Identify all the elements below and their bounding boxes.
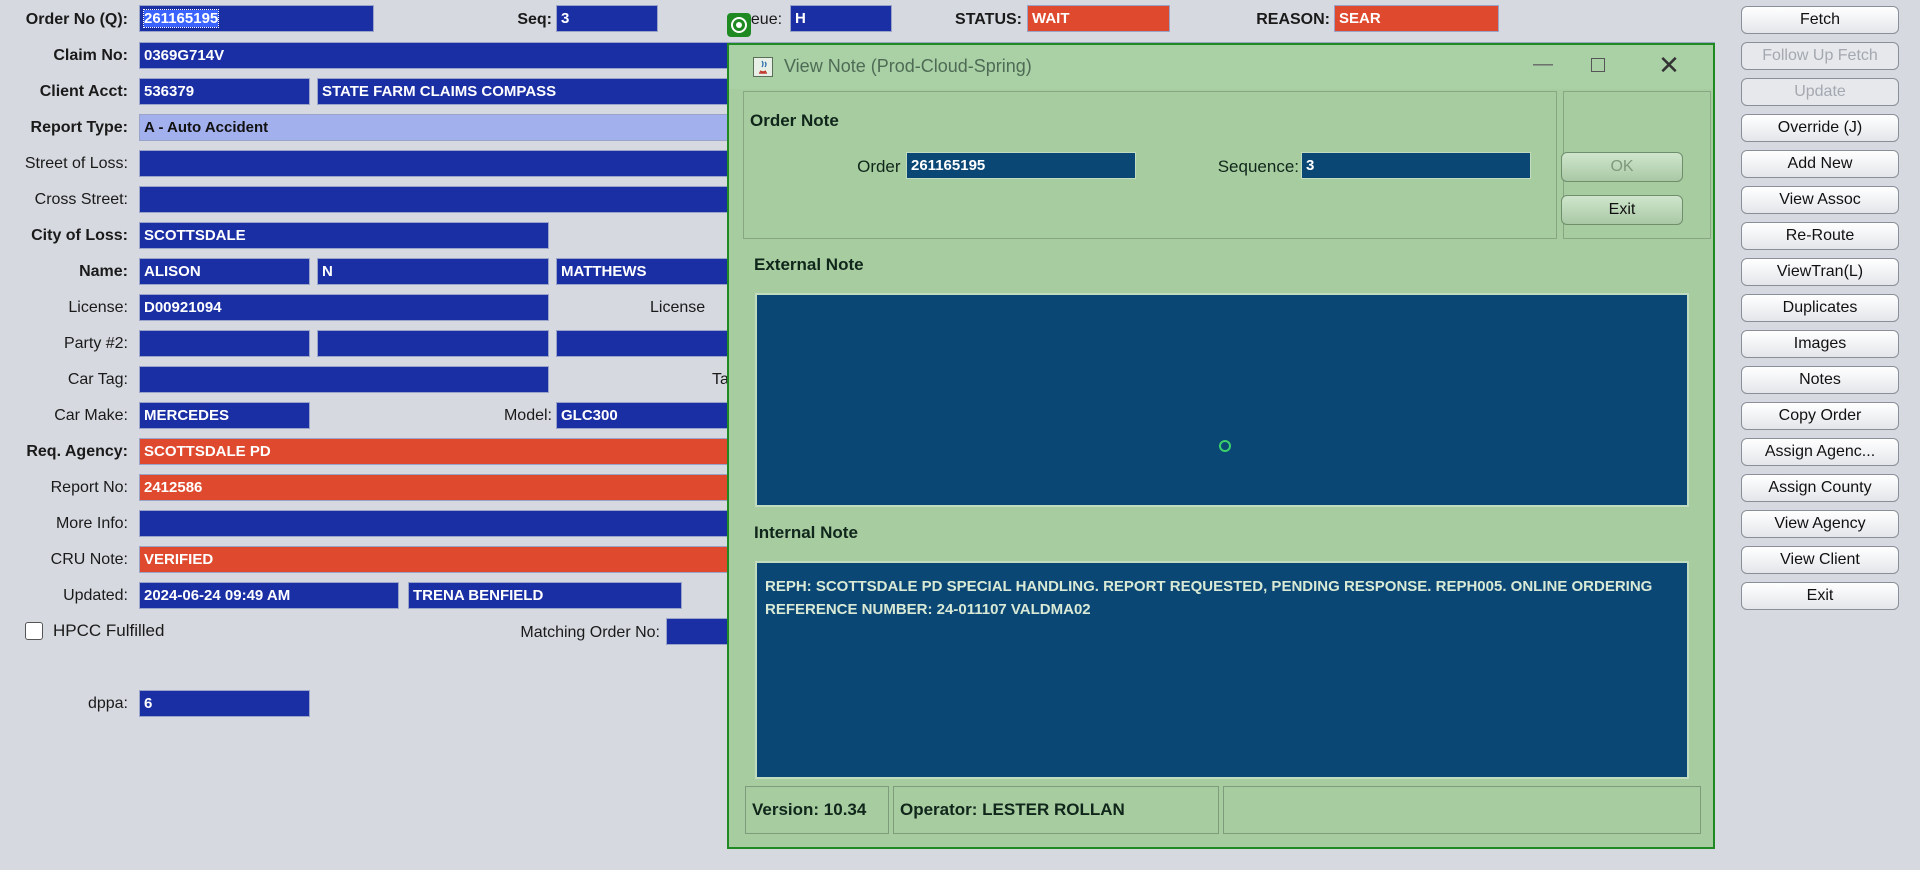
focus-target-icon	[727, 13, 751, 37]
internal-note-heading: Internal Note	[754, 523, 858, 542]
order-no-label: Order No (Q):	[25, 11, 128, 28]
follow-up-fetch-button[interactable]: Follow Up Fetch	[1741, 42, 1899, 70]
claim-no-label: Claim No:	[53, 47, 128, 64]
queue-field[interactable]: H	[790, 5, 892, 32]
external-note-heading: External Note	[754, 255, 864, 274]
license2-label: License	[650, 299, 706, 316]
version-status: Version: 10.34	[745, 786, 889, 834]
sequence-field[interactable]: 3	[1301, 152, 1531, 179]
more-info-label: More Info:	[55, 515, 128, 532]
order-id-field[interactable]: 261165195	[906, 152, 1136, 179]
cru-note-label: CRU Note:	[50, 551, 128, 568]
middle-name-field[interactable]: N	[317, 258, 549, 285]
override-button[interactable]: Override (J)	[1741, 114, 1899, 142]
updated-date-field[interactable]: 2024-06-24 09:49 AM	[139, 582, 399, 609]
client-acct-field[interactable]: 536379	[139, 78, 310, 105]
first-name-field[interactable]: ALISON	[139, 258, 310, 285]
reason-label: REASON:	[1256, 11, 1330, 28]
car-tag-field[interactable]	[139, 366, 549, 393]
dialog-title-bar[interactable]: View Note (Prod-Cloud-Spring) — ✕	[729, 45, 1713, 89]
client-acct-label: Client Acct:	[39, 83, 128, 100]
images-button[interactable]: Images	[1741, 330, 1899, 358]
viewtran-button[interactable]: ViewTran(L)	[1741, 258, 1899, 286]
reason-field[interactable]: SEAR	[1334, 5, 1499, 32]
ok-button[interactable]: OK	[1561, 152, 1683, 182]
report-no-label: Report No:	[50, 479, 128, 496]
matching-order-label: Matching Order No:	[520, 624, 660, 641]
external-note-textarea[interactable]	[755, 293, 1689, 507]
duplicates-button[interactable]: Duplicates	[1741, 294, 1899, 322]
view-client-button[interactable]: View Client	[1741, 546, 1899, 574]
notes-button[interactable]: Notes	[1741, 366, 1899, 394]
cursor-indicator-icon	[1219, 440, 1231, 452]
order-note-heading: Order Note	[750, 111, 839, 130]
party2-label: Party #2:	[63, 335, 128, 352]
party2-first-field[interactable]	[139, 330, 310, 357]
dialog-title: View Note (Prod-Cloud-Spring)	[784, 56, 1032, 76]
city-field[interactable]: SCOTTSDALE	[139, 222, 549, 249]
license-label: License:	[68, 299, 128, 316]
close-icon[interactable]: ✕	[1649, 47, 1689, 85]
model-label: Model:	[503, 407, 552, 424]
internal-note-textarea[interactable]: REPH: SCOTTSDALE PD SPECIAL HANDLING. RE…	[755, 561, 1689, 779]
maximize-icon[interactable]	[1591, 58, 1605, 72]
reroute-button[interactable]: Re-Route	[1741, 222, 1899, 250]
updated-label: Updated:	[63, 587, 128, 604]
view-note-dialog: View Note (Prod-Cloud-Spring) — ✕ Order …	[727, 43, 1715, 849]
update-button[interactable]: Update	[1741, 78, 1899, 106]
car-tag-label: Car Tag:	[67, 371, 128, 388]
internal-note-text: REPH: SCOTTSDALE PD SPECIAL HANDLING. RE…	[765, 578, 1653, 618]
view-assoc-button[interactable]: View Assoc	[1741, 186, 1899, 214]
status-empty-cell	[1223, 786, 1701, 834]
seq-field[interactable]: 3	[556, 5, 658, 32]
car-make-field[interactable]: MERCEDES	[139, 402, 310, 429]
sequence-label: Sequence:	[1217, 157, 1299, 176]
cross-street-label: Cross Street:	[34, 191, 128, 208]
hpcc-checkbox[interactable]	[25, 622, 43, 640]
dppa-label: dppa:	[87, 695, 128, 712]
dialog-exit-button[interactable]: Exit	[1561, 195, 1683, 225]
hpcc-label: HPCC Fulfilled	[53, 621, 165, 640]
fetch-button[interactable]: Fetch	[1741, 6, 1899, 34]
order-no-field[interactable]: 261165195	[139, 5, 374, 32]
req-agency-label: Req. Agency:	[26, 443, 128, 460]
exit-button[interactable]: Exit	[1741, 582, 1899, 610]
status-field[interactable]: WAIT	[1027, 5, 1170, 32]
java-app-icon	[753, 57, 773, 77]
dppa-field[interactable]: 6	[139, 690, 310, 717]
updated-by-field[interactable]: TRENA BENFIELD	[408, 582, 682, 609]
minimize-icon[interactable]: —	[1523, 47, 1563, 85]
assign-agency-button[interactable]: Assign Agenc...	[1741, 438, 1899, 466]
copy-order-button[interactable]: Copy Order	[1741, 402, 1899, 430]
party2-middle-field[interactable]	[317, 330, 549, 357]
license-field[interactable]: D00921094	[139, 294, 549, 321]
seq-label: Seq:	[517, 11, 552, 28]
view-agency-button[interactable]: View Agency	[1741, 510, 1899, 538]
add-new-button[interactable]: Add New	[1741, 150, 1899, 178]
street-label: Street of Loss:	[24, 155, 128, 172]
order-no-value: 261165195	[142, 9, 220, 28]
assign-county-button[interactable]: Assign County	[1741, 474, 1899, 502]
status-label: STATUS:	[955, 11, 1022, 28]
car-make-label: Car Make:	[54, 407, 128, 424]
operator-status: Operator: LESTER ROLLAN	[893, 786, 1219, 834]
name-label: Name:	[79, 263, 128, 280]
city-label: City of Loss:	[31, 227, 128, 244]
report-type-label: Report Type:	[30, 119, 128, 136]
